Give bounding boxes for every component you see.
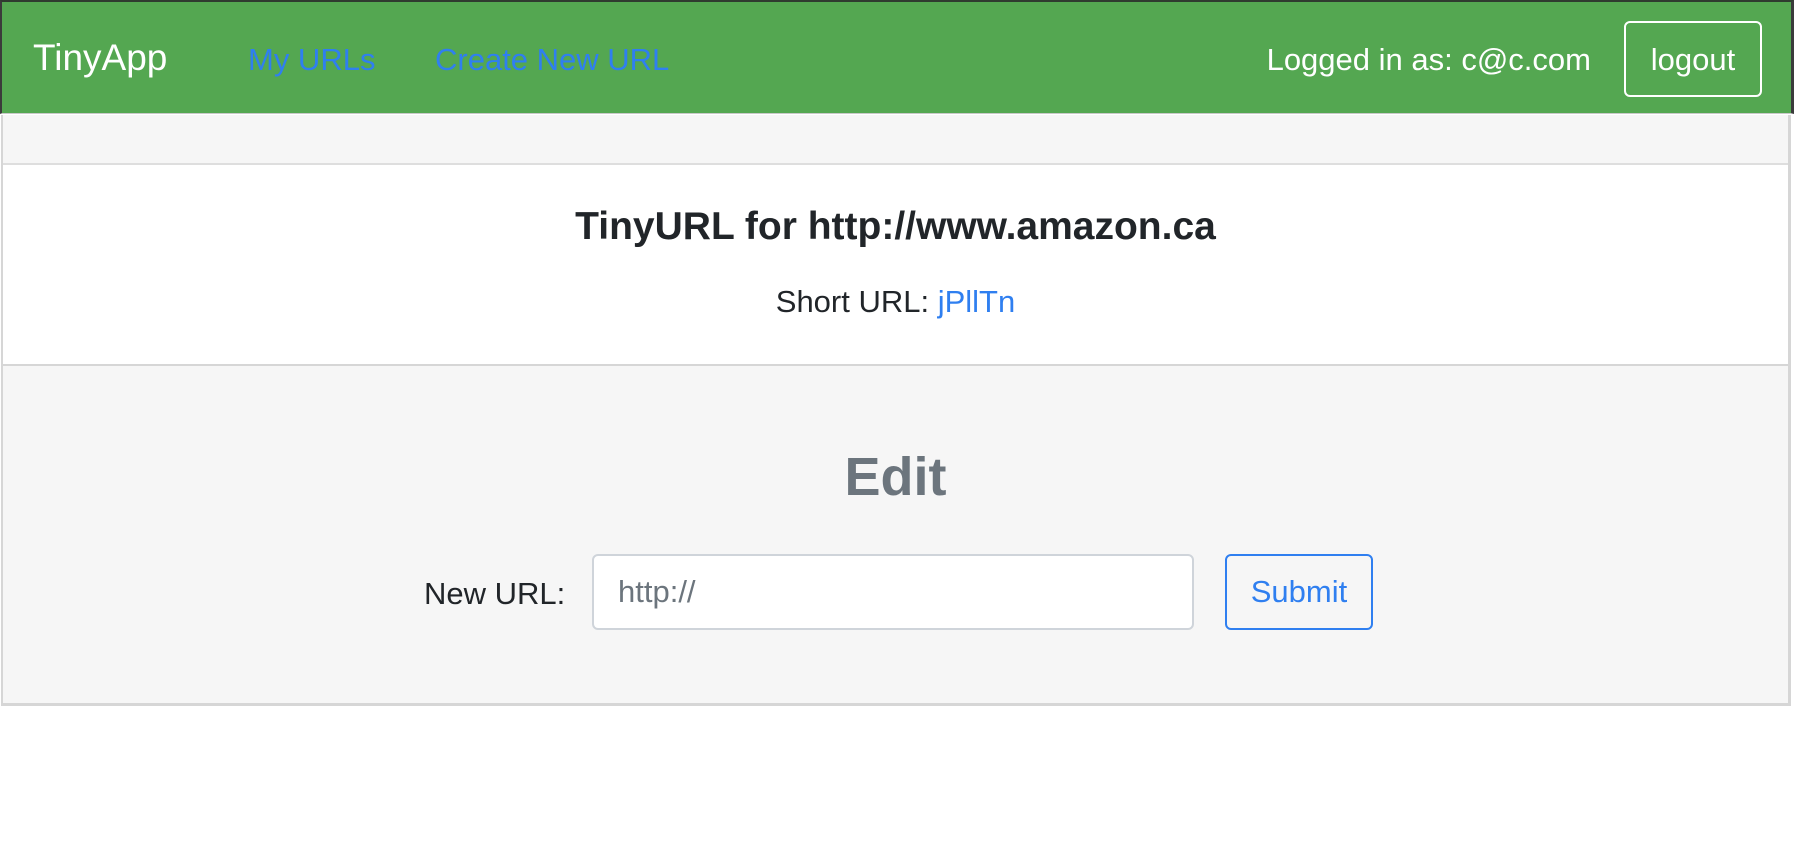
top-navbar: TinyApp My URLs Create New URL Logged in… <box>0 0 1794 114</box>
submit-button[interactable]: Submit <box>1225 554 1373 630</box>
card-body: TinyURL for http://www.amazon.ca Short U… <box>3 165 1788 366</box>
page: TinyApp My URLs Create New URL Logged in… <box>0 0 1794 868</box>
edit-section: Edit New URL: Submit <box>3 366 1788 703</box>
logout-button[interactable]: logout <box>1624 21 1762 97</box>
short-url-link[interactable]: jPllTn <box>938 284 1016 319</box>
short-url-line: Short URL: jPllTn <box>3 283 1788 321</box>
logged-in-status: Logged in as: c@c.com <box>1266 42 1591 77</box>
url-card: TinyURL for http://www.amazon.ca Short U… <box>1 115 1791 706</box>
nav-link-create-new-url[interactable]: Create New URL <box>435 41 669 79</box>
edit-heading: Edit <box>844 447 947 507</box>
nav-link-my-urls[interactable]: My URLs <box>248 41 375 79</box>
url-card-title: TinyURL for http://www.amazon.ca <box>575 205 1216 248</box>
new-url-label: New URL: <box>424 576 566 611</box>
short-url-label: Short URL: <box>775 284 938 319</box>
card-header <box>3 115 1788 165</box>
new-url-input[interactable] <box>592 554 1194 630</box>
brand-link[interactable]: TinyApp <box>33 36 167 80</box>
